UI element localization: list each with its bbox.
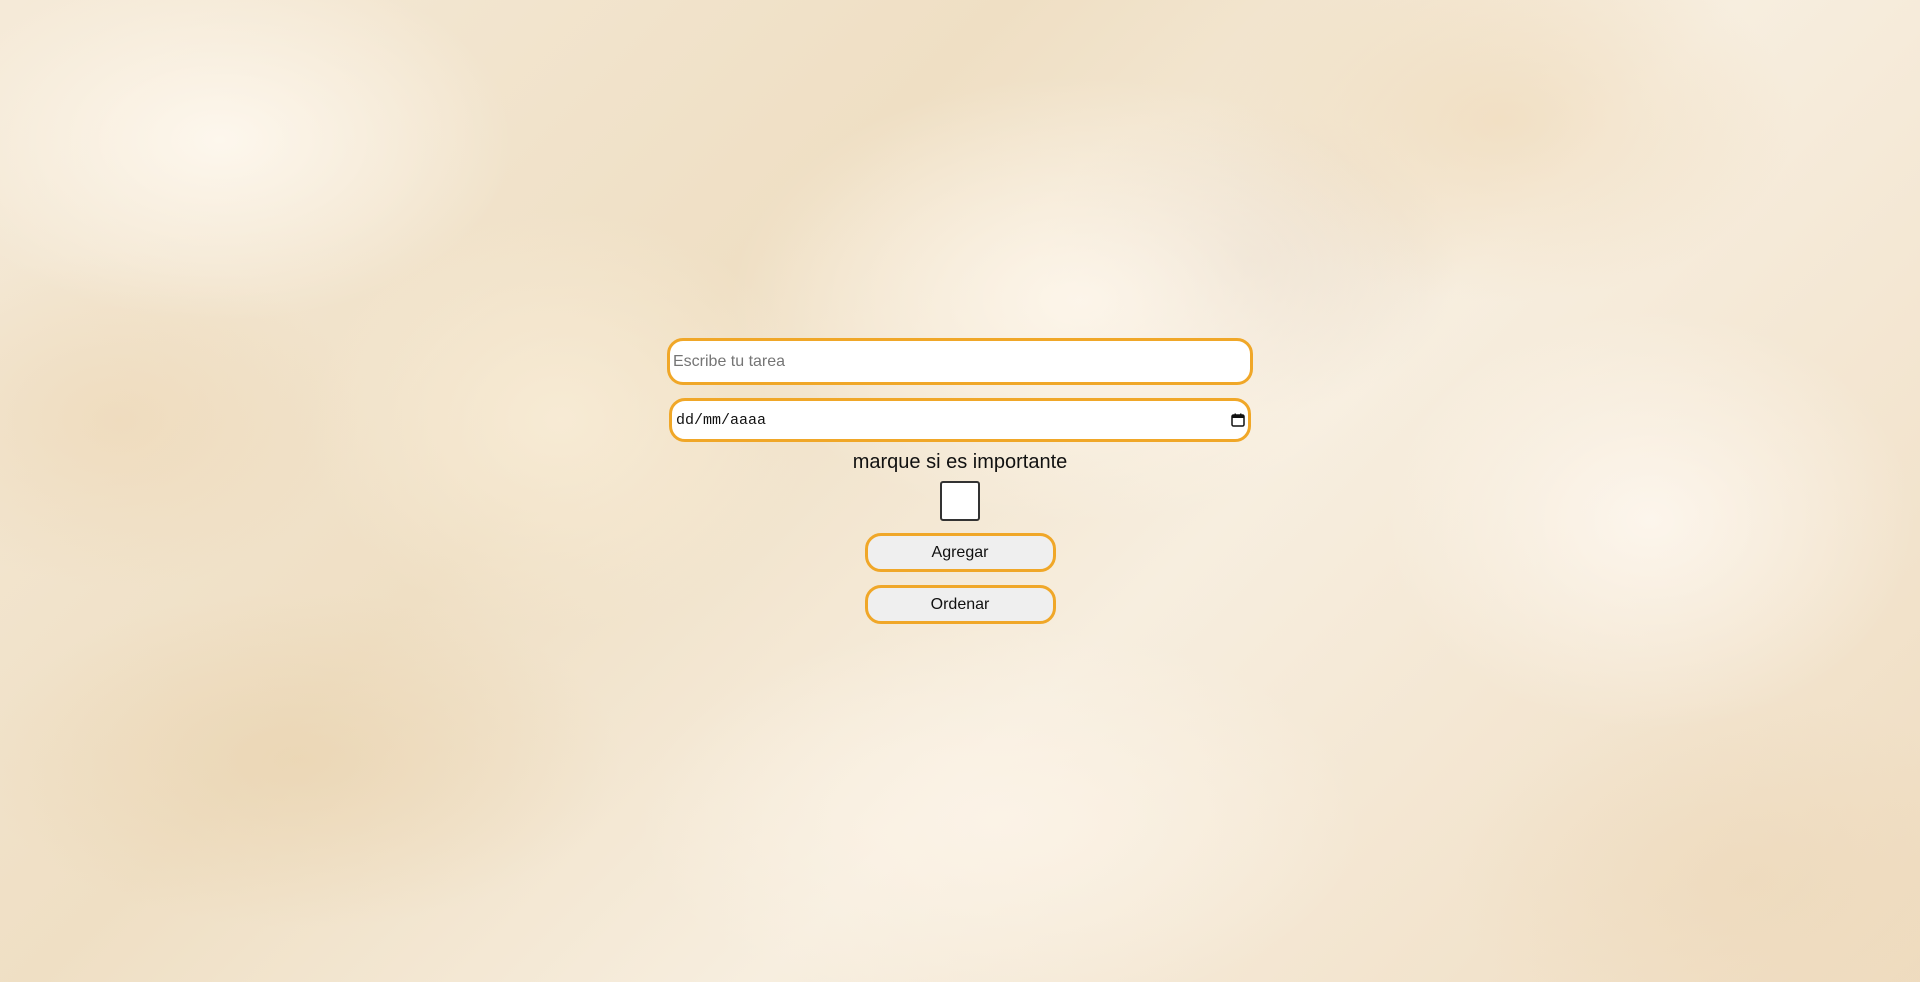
sort-button[interactable]: Ordenar [864, 585, 1056, 624]
add-button[interactable]: Agregar [864, 533, 1056, 572]
importance-label: marque si es importante [852, 451, 1068, 473]
task-input[interactable]: Escribe tu tarea [667, 338, 1253, 385]
date-input[interactable]: dd/mm/aaaa [669, 398, 1251, 442]
calendar-icon[interactable] [1231, 413, 1245, 427]
date-input-format: dd/mm/aaaa [676, 411, 767, 429]
task-form: Escribe tu tarea dd/mm/aaaa marque si es… [667, 338, 1253, 624]
importance-checkbox[interactable] [940, 481, 980, 521]
task-input-placeholder: Escribe tu tarea [673, 352, 786, 370]
